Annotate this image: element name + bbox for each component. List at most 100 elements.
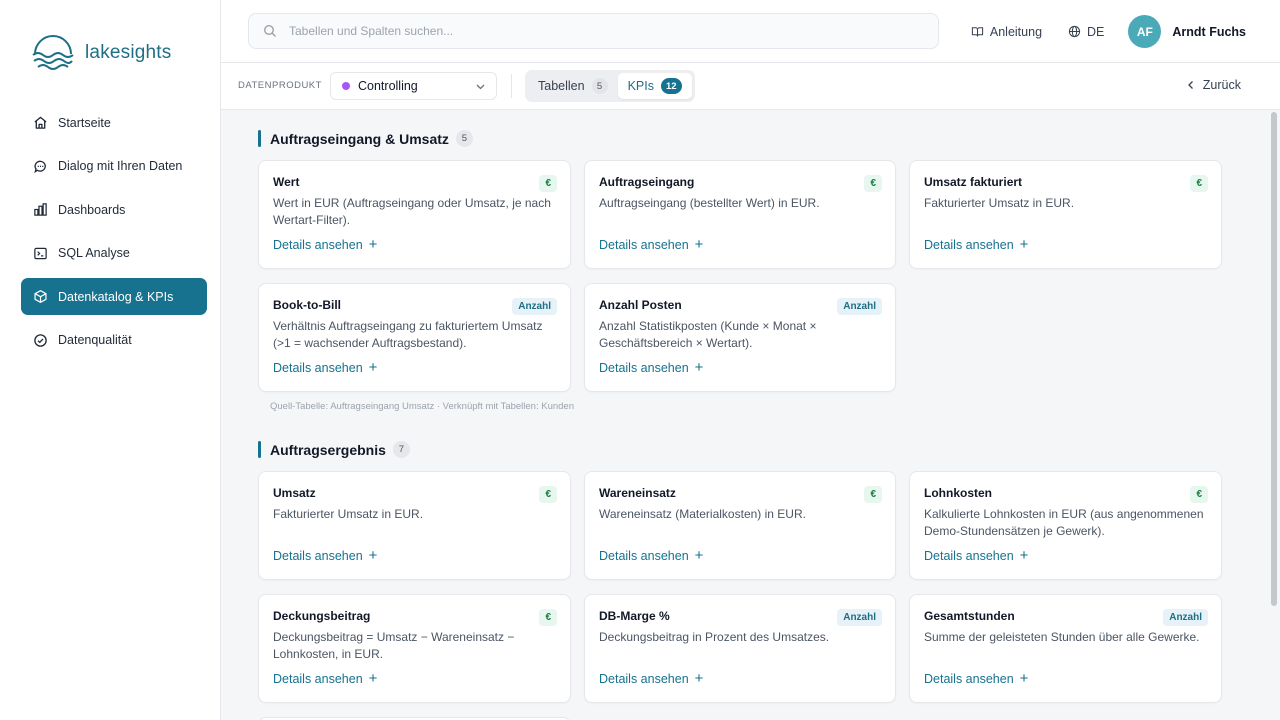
kpi-card: Lohnkosten € Kalkulierte Lohnkosten in E… [909,471,1222,580]
top-header: Anleitung DE AF Arndt Fuchs [221,0,1280,63]
globe-icon [1068,25,1081,38]
scrollbar[interactable] [1271,112,1277,606]
kpi-description: Summe der geleisteten Stunden über alle … [924,630,1200,644]
logo[interactable]: lakesights [31,30,172,76]
nav-item-sql-analyse[interactable]: SQL Analyse [21,235,207,272]
kpi-description: Verhältnis Auftragseingang zu fakturiert… [273,319,543,350]
dataproduct-value: Controlling [358,79,418,93]
details-link[interactable]: Details ansehen + [599,670,704,687]
tab-label: Tabellen [538,79,585,93]
details-link-label: Details ansehen [599,672,689,686]
kpi-description: Anzahl Statistikposten (Kunde × Monat × … [599,319,817,350]
language-switch[interactable]: DE [1068,25,1104,39]
details-link-label: Details ansehen [924,672,1014,686]
kpi-grid: Wert € Wert in EUR (Auftragseingang oder… [258,160,1222,392]
cube-icon [32,289,48,305]
section-title: Auftragseingang & Umsatz 5 [258,130,473,147]
kpi-card: Auftragseingang € Auftragseingang (beste… [584,160,896,269]
nav-item-dialog[interactable]: Dialog mit Ihren Daten [21,148,207,185]
kpi-card: Gesamtstunden Anzahl Summe der geleistet… [909,594,1222,703]
dataproduct-select[interactable]: Controlling [330,72,497,100]
kpi-catalog: Auftragseingang & Umsatz 5 Wert € Wert i… [221,110,1280,720]
unit-badge: Anzahl [1163,609,1208,626]
unit-badge: € [539,486,557,503]
details-link-label: Details ansehen [599,361,689,375]
details-link[interactable]: Details ansehen + [599,359,704,376]
kpi-description: Fakturierter Umsatz in EUR. [273,507,424,521]
tab-tabellen[interactable]: Tabellen 5 [528,73,618,99]
terminal-icon [32,245,48,261]
user-name: Arndt Fuchs [1172,24,1246,39]
nav-item-startseite[interactable]: Startseite [21,104,207,141]
details-link[interactable]: Details ansehen + [599,548,703,563]
chevron-left-icon [1187,81,1193,89]
details-link-label: Details ansehen [924,238,1014,252]
details-link[interactable]: Details ansehen + [273,237,377,252]
kpi-description: Kalkulierte Lohnkosten in EUR (aus angen… [924,507,1204,538]
plus-icon: + [368,359,378,376]
nav-item-dashboards[interactable]: Dashboards [21,191,207,228]
section-count-badge: 7 [392,441,410,458]
unit-badge: Anzahl [512,298,557,315]
avatar[interactable]: AF [1128,15,1162,48]
kpi-description: Auftragseingang (bestellter Wert) in EUR… [599,196,820,210]
kpi-description: Fakturierter Umsatz in EUR. [924,196,1075,210]
plus-icon: + [694,670,704,687]
section-accent-bar [258,130,261,147]
plus-icon: + [1019,236,1029,253]
search-input[interactable] [289,24,889,38]
kpi-card: Deckungsbeitrag € Deckungsbeitrag = Umsa… [258,594,571,703]
unit-badge: € [864,486,882,503]
kpi-title: Wert [273,175,300,189]
unit-badge: € [864,175,882,192]
catalog-toolbar: DATENPRODUKT Controlling Tabellen 5 KPIs… [221,63,1280,110]
details-link[interactable]: Details ansehen + [924,548,1028,563]
kpi-grid: Umsatz € Fakturierter Umsatz in EUR. Det… [258,471,1222,703]
check-circle-icon [32,332,48,348]
nav-label: Dashboards [58,202,126,217]
kpi-card: Wert € Wert in EUR (Auftragseingang oder… [258,160,571,269]
nav-item-datenkatalog[interactable]: Datenkatalog & KPIs [21,278,207,315]
kpi-title: Lohnkosten [924,486,992,500]
kpi-description: Deckungsbeitrag in Prozent des Umsatzes. [599,630,830,644]
back-button[interactable]: Zurück [1186,78,1241,92]
details-link[interactable]: Details ansehen + [273,359,378,376]
search-icon [263,24,276,37]
details-link[interactable]: Details ansehen + [924,671,1028,686]
back-label: Zurück [1202,78,1241,92]
app-name: lakesights [85,42,172,63]
nav-label: Dialog mit Ihren Daten [58,159,183,173]
details-link[interactable]: Details ansehen + [273,670,378,687]
kpi-description: Wareneinsatz (Materialkosten) in EUR. [599,507,806,521]
language-label: DE [1087,24,1105,39]
unit-badge: € [539,175,557,192]
bar-chart-icon [32,202,48,218]
plus-icon: + [368,547,378,564]
tab-kpis[interactable]: KPIs 12 [617,73,692,99]
kpi-title: Auftragseingang [599,175,695,189]
book-icon [971,27,984,37]
kpi-card: Umsatz fakturiert € Fakturierter Umsatz … [909,160,1222,269]
chevron-down-icon [476,84,485,90]
guide-link[interactable]: Anleitung [971,25,1042,39]
header-actions: Anleitung DE AF Arndt Fuchs [971,0,1280,63]
kpi-description: Deckungsbeitrag = Umsatz − Wareneinsatz … [273,630,515,661]
kpi-card: DB-Marge % Anzahl Deckungsbeitrag in Pro… [584,594,896,703]
nav-item-datenqualitaet[interactable]: Datenqualität [21,322,207,359]
chat-bubble-icon [32,158,48,174]
details-link-label: Details ansehen [599,549,689,563]
details-link[interactable]: Details ansehen + [924,236,1029,253]
plus-icon: + [368,670,378,687]
search-box[interactable] [248,13,939,49]
kpi-title: Deckungsbeitrag [273,609,371,623]
nav-label: Startseite [58,115,111,130]
details-link-label: Details ansehen [273,361,363,375]
plus-icon: + [694,359,704,376]
plus-icon: + [694,236,704,253]
dataproduct-label: DATENPRODUKT [238,80,322,91]
details-link[interactable]: Details ansehen + [599,236,704,253]
nav-label: Datenkatalog & KPIs [58,289,174,304]
details-link-label: Details ansehen [273,238,363,252]
details-link[interactable]: Details ansehen + [273,547,378,564]
home-icon [32,115,48,131]
